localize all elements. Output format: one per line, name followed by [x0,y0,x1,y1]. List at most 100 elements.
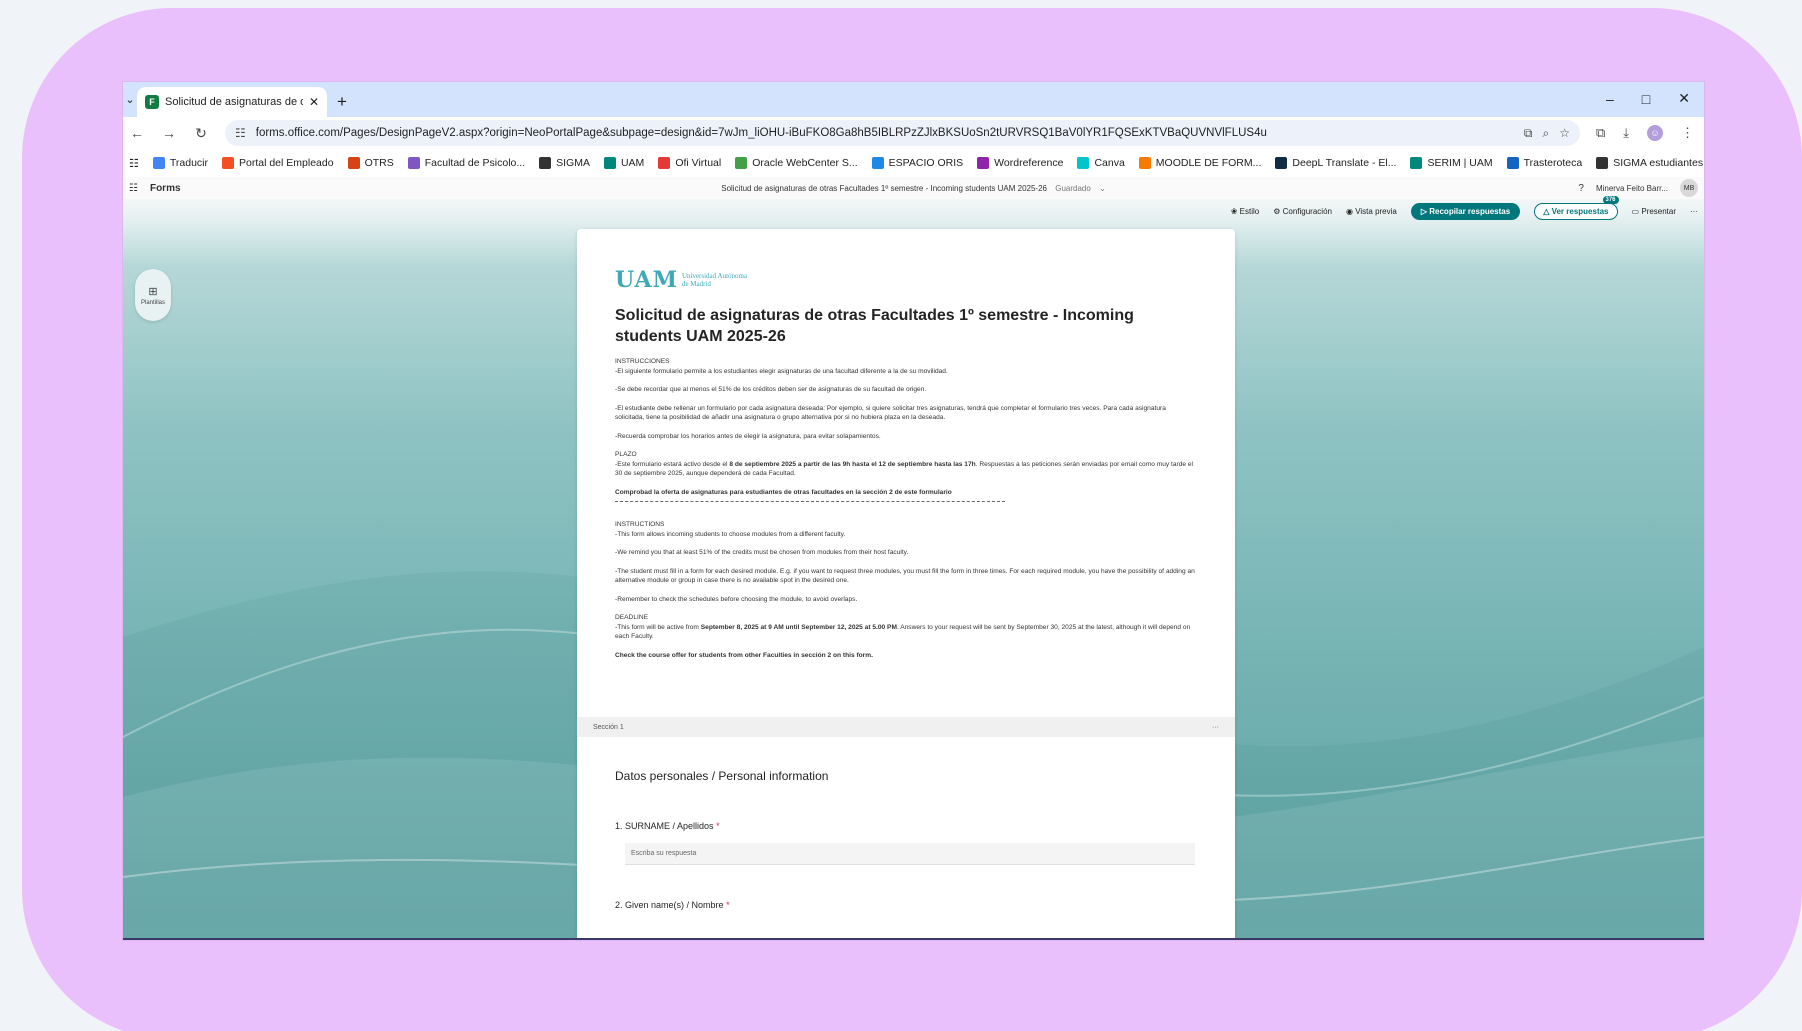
uam-logo: UAM Universidad Autónoma de Madrid [615,267,1197,293]
collect-responses-button[interactable]: ▷ Recopilar respuestas [1410,203,1521,220]
bookmark-label: Wordreference [994,157,1064,169]
apps-grid-icon[interactable]: ☷ [129,157,139,170]
desc-bold-es: Comprobad la oferta de asignaturas para … [615,488,952,496]
more-options-button[interactable]: ··· [1690,207,1698,216]
templates-button[interactable]: ⊞ Plantillas [135,269,171,321]
eye-icon: ◉ [1345,207,1353,216]
form-title[interactable]: Solicitud de asignaturas de otras Facult… [615,305,1197,347]
minimize-button[interactable]: – [1606,91,1614,107]
bookmark-item[interactable]: SIGMA estudiantes [1596,157,1703,169]
waffle-icon[interactable]: ☷ [129,183,138,194]
tab-search-icon[interactable]: ⌄ [123,82,137,117]
new-tab-button[interactable]: + [327,87,357,117]
view-responses-button[interactable]: △ Ver respuestas 376 [1534,196,1619,220]
bookmark-item[interactable]: Traducir [152,157,208,169]
user-name[interactable]: Minerva Feito Barr... [1596,184,1668,193]
form-description[interactable]: INSTRUCCIONES -El siguiente formulario p… [615,357,1197,660]
palette-icon: ❀ [1230,207,1238,216]
bookmark-item[interactable]: Oracle WebCenter S... [735,157,858,169]
desc-line: -The student must fill in a form for eac… [615,567,1195,585]
document-title-text: Solicitud de asignaturas de otras Facult… [721,183,1047,193]
desc-line: -We remind you that at least 51% of the … [615,549,909,556]
bookmark-item[interactable]: Portal del Empleado [222,157,334,169]
present-button[interactable]: ▭ Presentar [1632,207,1676,216]
bookmark-label: ESPACIO ORIS [888,157,964,169]
bookmark-favicon-icon [1077,157,1090,169]
bookmark-label: DeepL Translate - El... [1292,157,1397,169]
reload-icon[interactable]: ↻ [193,125,209,142]
question-1-label[interactable]: 1. SURNAME / Apellidos * [615,821,720,831]
bookmark-item[interactable]: Canva [1077,157,1125,169]
help-icon[interactable]: ? [1578,183,1584,194]
section-more-icon[interactable]: ··· [1212,724,1219,731]
bookmark-item[interactable]: Facultad de Psicolo... [407,157,525,169]
desc-heading-es: INSTRUCCIONES [615,358,670,365]
desc-line: -El siguiente formulario permite a los e… [615,367,948,375]
bookmark-label: Trasteroteca [1523,157,1583,169]
section-title[interactable]: Datos personales / Personal information [615,769,828,783]
desc-line: -This form allows incoming students to c… [615,530,846,538]
bookmark-label: Canva [1094,157,1125,169]
desc-line: -Recuerda comprobar los horarios antes d… [615,432,881,440]
preview-button[interactable]: ◉ Vista previa [1346,207,1397,216]
bookmark-item[interactable]: UAM [603,157,645,169]
extensions-icon[interactable]: ⧉ [1596,125,1605,141]
download-icon[interactable]: ⤓ [1623,125,1629,141]
bookmark-item[interactable]: Ofi Virtual [658,157,721,169]
bookmark-favicon-icon [539,157,552,169]
document-title[interactable]: Solicitud de asignaturas de otras Facult… [721,184,1106,193]
desc-bold-en: Check the course offer for students from… [615,651,873,659]
question-2-label[interactable]: 2. Given name(s) / Nombre * [615,900,730,910]
logo-mark: UAM [615,267,678,293]
bookmark-favicon-icon [603,157,616,169]
bookmark-label: UAM [620,157,645,169]
zoom-icon[interactable]: ⌕ [1542,126,1549,141]
url-text[interactable]: forms.office.com/Pages/DesignPageV2.aspx… [256,127,1514,139]
close-window-button[interactable]: ✕ [1678,90,1690,107]
bookmark-label: SIGMA estudiantes [1613,157,1704,169]
header-right: ? Minerva Feito Barr... MB [1578,179,1698,197]
back-arrow-icon[interactable]: ← [129,125,145,141]
tab-active[interactable]: F Solicitud de asignaturas de otr ✕ [137,87,327,117]
desc-line: -Se debe recordar que al menos el 51% de… [615,386,927,393]
restore-button[interactable]: □ [1642,91,1650,107]
app-name[interactable]: Forms [150,183,181,194]
bookmark-item[interactable]: SERIM | UAM [1410,157,1493,169]
settings-button[interactable]: ⚙ Configuración [1273,207,1332,216]
profile-icon[interactable]: ☺ [1647,125,1663,141]
bookmark-item[interactable]: Wordreference [977,157,1063,169]
forward-arrow-icon[interactable]: → [161,125,177,141]
question-1-input[interactable]: Escriba su respuesta [625,843,1195,865]
toolbar-actions: ⧉ ⤓ ☺ ⋮ [1596,125,1698,141]
window-controls: – □ ✕ [1606,82,1696,115]
desc-line: -El estudiante debe rellenar un formular… [615,404,1166,422]
templates-icon: ⊞ [148,285,158,298]
bookmark-star-icon[interactable]: ☆ [1559,126,1570,140]
bookmark-label: SIGMA [556,157,590,169]
install-app-icon[interactable]: ⧉ [1524,126,1533,141]
bookmark-label: Portal del Empleado [239,157,334,169]
bookmark-item[interactable]: DeepL Translate - El... [1275,157,1396,169]
site-settings-icon[interactable]: ☷ [235,126,246,140]
bookmark-item[interactable]: OTRS [347,157,394,169]
bookmark-favicon-icon [658,157,671,169]
chevron-down-icon[interactable]: ⌄ [1099,184,1106,193]
section-header[interactable]: Sección 1 ··· [577,717,1235,737]
avatar[interactable]: MB [1680,179,1698,197]
bookmark-favicon-icon [1275,157,1288,169]
browser-window: ⌄ F Solicitud de asignaturas de otr ✕ + … [123,82,1704,940]
bookmark-label: SERIM | UAM [1427,157,1493,169]
bookmark-item[interactable]: MOODLE DE FORM... [1138,157,1261,169]
bookmark-item[interactable]: Trasteroteca [1506,157,1583,169]
bookmark-item[interactable]: SIGMA [539,157,590,169]
bookmark-item[interactable]: ESPACIO ORIS [871,157,964,169]
style-button[interactable]: ❀ Estilo [1231,207,1260,216]
desc-heading-plazo: PLAZO [615,451,637,458]
bookmark-favicon-icon [1138,157,1151,169]
menu-kebab-icon[interactable]: ⋮ [1681,125,1694,141]
bookmark-favicon-icon [222,157,234,169]
desc-heading-en: INSTRUCTIONS [615,521,665,528]
address-bar[interactable]: ☷ forms.office.com/Pages/DesignPageV2.as… [225,120,1580,146]
close-tab-icon[interactable]: ✕ [309,95,319,109]
command-bar: ❀ Estilo ⚙ Configuración ◉ Vista previa … [1231,196,1698,220]
